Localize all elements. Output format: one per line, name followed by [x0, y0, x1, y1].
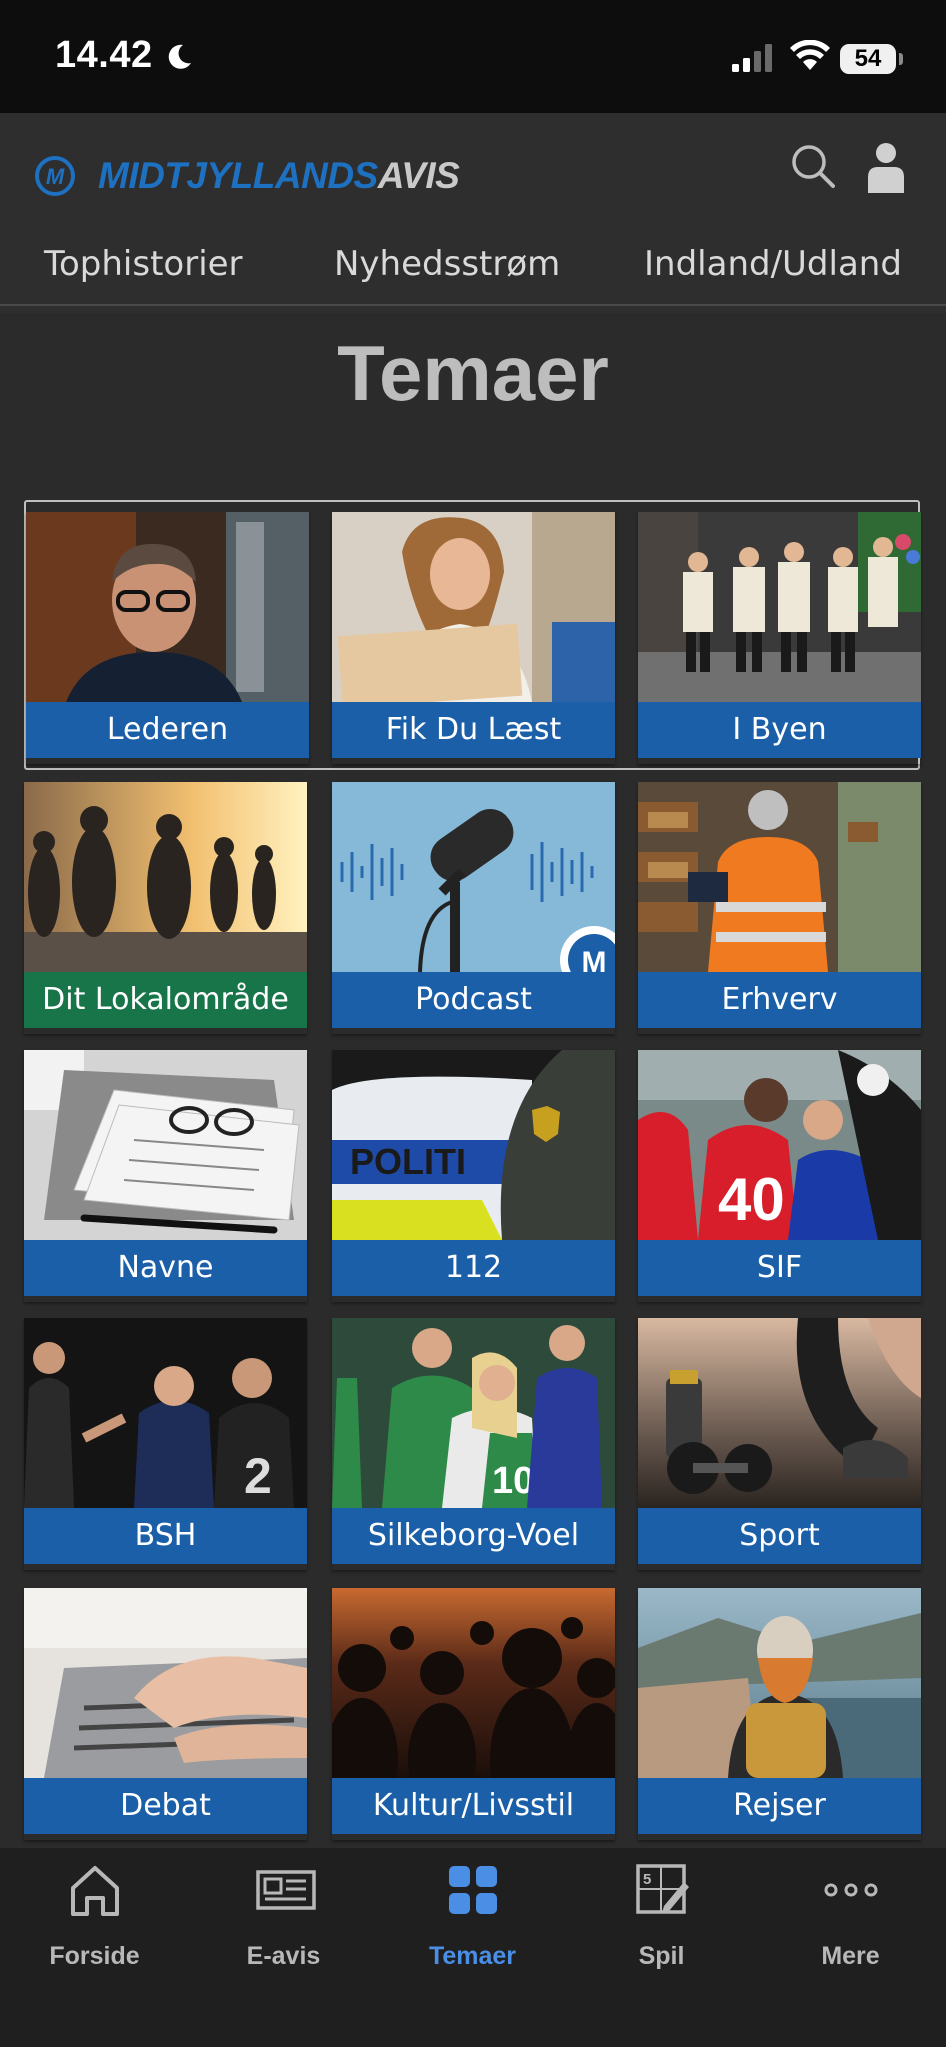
nav-indland-udland[interactable]: Indland/Udland	[644, 244, 902, 284]
tile-label: 112	[332, 1240, 615, 1296]
status-time: 14.42	[55, 34, 153, 76]
tile-image-navne	[24, 1050, 307, 1240]
grid-icon	[449, 1866, 497, 1914]
home-icon	[71, 1866, 119, 1916]
theme-tile-lederen[interactable]: Lederen	[26, 512, 309, 764]
signal-icon	[732, 44, 772, 72]
tab-mere[interactable]: Mere	[756, 1848, 945, 1988]
more-icon	[824, 1883, 878, 1897]
theme-tile-debat[interactable]: Debat	[24, 1588, 307, 1840]
tile-image-sif: 40	[638, 1050, 921, 1240]
tile-image-bsh: 2	[24, 1318, 307, 1508]
battery-icon: 54	[840, 44, 896, 74]
tile-image-erhverv	[638, 782, 921, 972]
bottom-tab-bar: Forside E-avis Temaer 5 Spil Mere	[0, 1848, 946, 2047]
tile-label: Kultur/Livsstil	[332, 1778, 615, 1834]
theme-tile-112[interactable]: POLITI 112	[332, 1050, 615, 1302]
logo-m-icon: M	[35, 156, 75, 196]
tile-label: Fik Du Læst	[332, 702, 615, 758]
nav-nyhedsstrom[interactable]: Nyhedsstrøm	[334, 244, 560, 284]
tab-temaer[interactable]: Temaer	[378, 1848, 567, 1988]
tile-label: Podcast	[332, 972, 615, 1028]
tab-label: Temaer	[428, 1942, 517, 1970]
tab-label: Forside	[49, 1942, 140, 1970]
theme-tile-dit-lokalomraade[interactable]: Dit Lokalområde	[24, 782, 307, 1034]
svg-text:40: 40	[718, 1166, 785, 1233]
battery-tip	[899, 53, 903, 65]
wifi-icon	[790, 40, 830, 70]
tile-label: BSH	[24, 1508, 307, 1564]
tile-image-podcast: M	[332, 782, 615, 972]
user-icon[interactable]	[866, 141, 906, 193]
tab-forside[interactable]: Forside	[0, 1848, 189, 1988]
theme-tile-navne[interactable]: Navne	[24, 1050, 307, 1302]
tile-image-rejser	[638, 1588, 921, 1778]
theme-tile-sport[interactable]: Sport	[638, 1318, 921, 1570]
tile-image-112: POLITI	[332, 1050, 615, 1240]
tab-label: Mere	[821, 1942, 880, 1970]
tab-e-avis[interactable]: E-avis	[189, 1848, 378, 1988]
puzzle-icon: 5	[636, 1864, 689, 1914]
tile-label: Erhverv	[638, 972, 921, 1028]
tile-label: Rejser	[638, 1778, 921, 1834]
tile-image-i-byen	[638, 512, 921, 702]
tile-image-silkeborg-voel: 10	[332, 1318, 615, 1508]
header-divider	[0, 304, 946, 306]
tab-label: Spil	[638, 1942, 685, 1970]
tile-label: Dit Lokalområde	[24, 972, 307, 1028]
theme-tile-sif[interactable]: 40 SIF	[638, 1050, 921, 1302]
tile-label: Debat	[24, 1778, 307, 1834]
svg-text:M: M	[46, 164, 65, 189]
theme-tile-bsh[interactable]: 2 BSH	[24, 1318, 307, 1570]
page-title: Temaer	[337, 329, 609, 417]
tile-label: Lederen	[26, 702, 309, 758]
section-nav: Tophistorier Nyhedsstrøm Indland/Udland	[0, 238, 946, 304]
theme-tile-rejser[interactable]: Rejser	[638, 1588, 921, 1840]
tile-image-dit-lokalomraade	[24, 782, 307, 972]
svg-text:5: 5	[643, 1871, 651, 1888]
newspaper-icon	[256, 1870, 316, 1910]
moon-icon	[168, 44, 191, 69]
nav-tophistorier[interactable]: Tophistorier	[44, 244, 243, 284]
theme-tile-silkeborg-voel[interactable]: 10 Silkeborg-Voel	[332, 1318, 615, 1570]
tile-image-lederen	[26, 512, 309, 702]
tile-label: Navne	[24, 1240, 307, 1296]
podcast-badge: M	[582, 946, 607, 972]
tile-label: Sport	[638, 1508, 921, 1564]
theme-tile-fik-du-laest[interactable]: Fik Du Læst	[332, 512, 615, 764]
svg-text:2: 2	[244, 1448, 272, 1504]
police-text: POLITI	[350, 1141, 466, 1182]
tile-image-kultur-livsstil	[332, 1588, 615, 1778]
tile-image-fik-du-laest	[332, 512, 615, 702]
tile-image-debat	[24, 1588, 307, 1778]
tab-label: E-avis	[246, 1942, 321, 1970]
status-bar: 14.42 54	[0, 0, 946, 113]
svg-text:10: 10	[492, 1460, 534, 1502]
theme-tile-erhverv[interactable]: Erhverv	[638, 782, 921, 1034]
tile-image-sport	[638, 1318, 921, 1508]
tile-label: Silkeborg-Voel	[332, 1508, 615, 1564]
theme-tile-podcast[interactable]: M Podcast	[332, 782, 615, 1034]
search-icon[interactable]	[790, 143, 836, 189]
theme-tile-i-byen[interactable]: I Byen	[638, 512, 921, 764]
tile-label: I Byen	[638, 702, 921, 758]
theme-tile-kultur-livsstil[interactable]: Kultur/Livsstil	[332, 1588, 615, 1840]
tab-spil[interactable]: 5 Spil	[567, 1848, 756, 1988]
tile-label: SIF	[638, 1240, 921, 1296]
site-logo[interactable]: M MIDTJYLLANDSAVIS	[34, 155, 460, 197]
logo-text: MIDTJYLLANDSAVIS	[98, 155, 460, 196]
